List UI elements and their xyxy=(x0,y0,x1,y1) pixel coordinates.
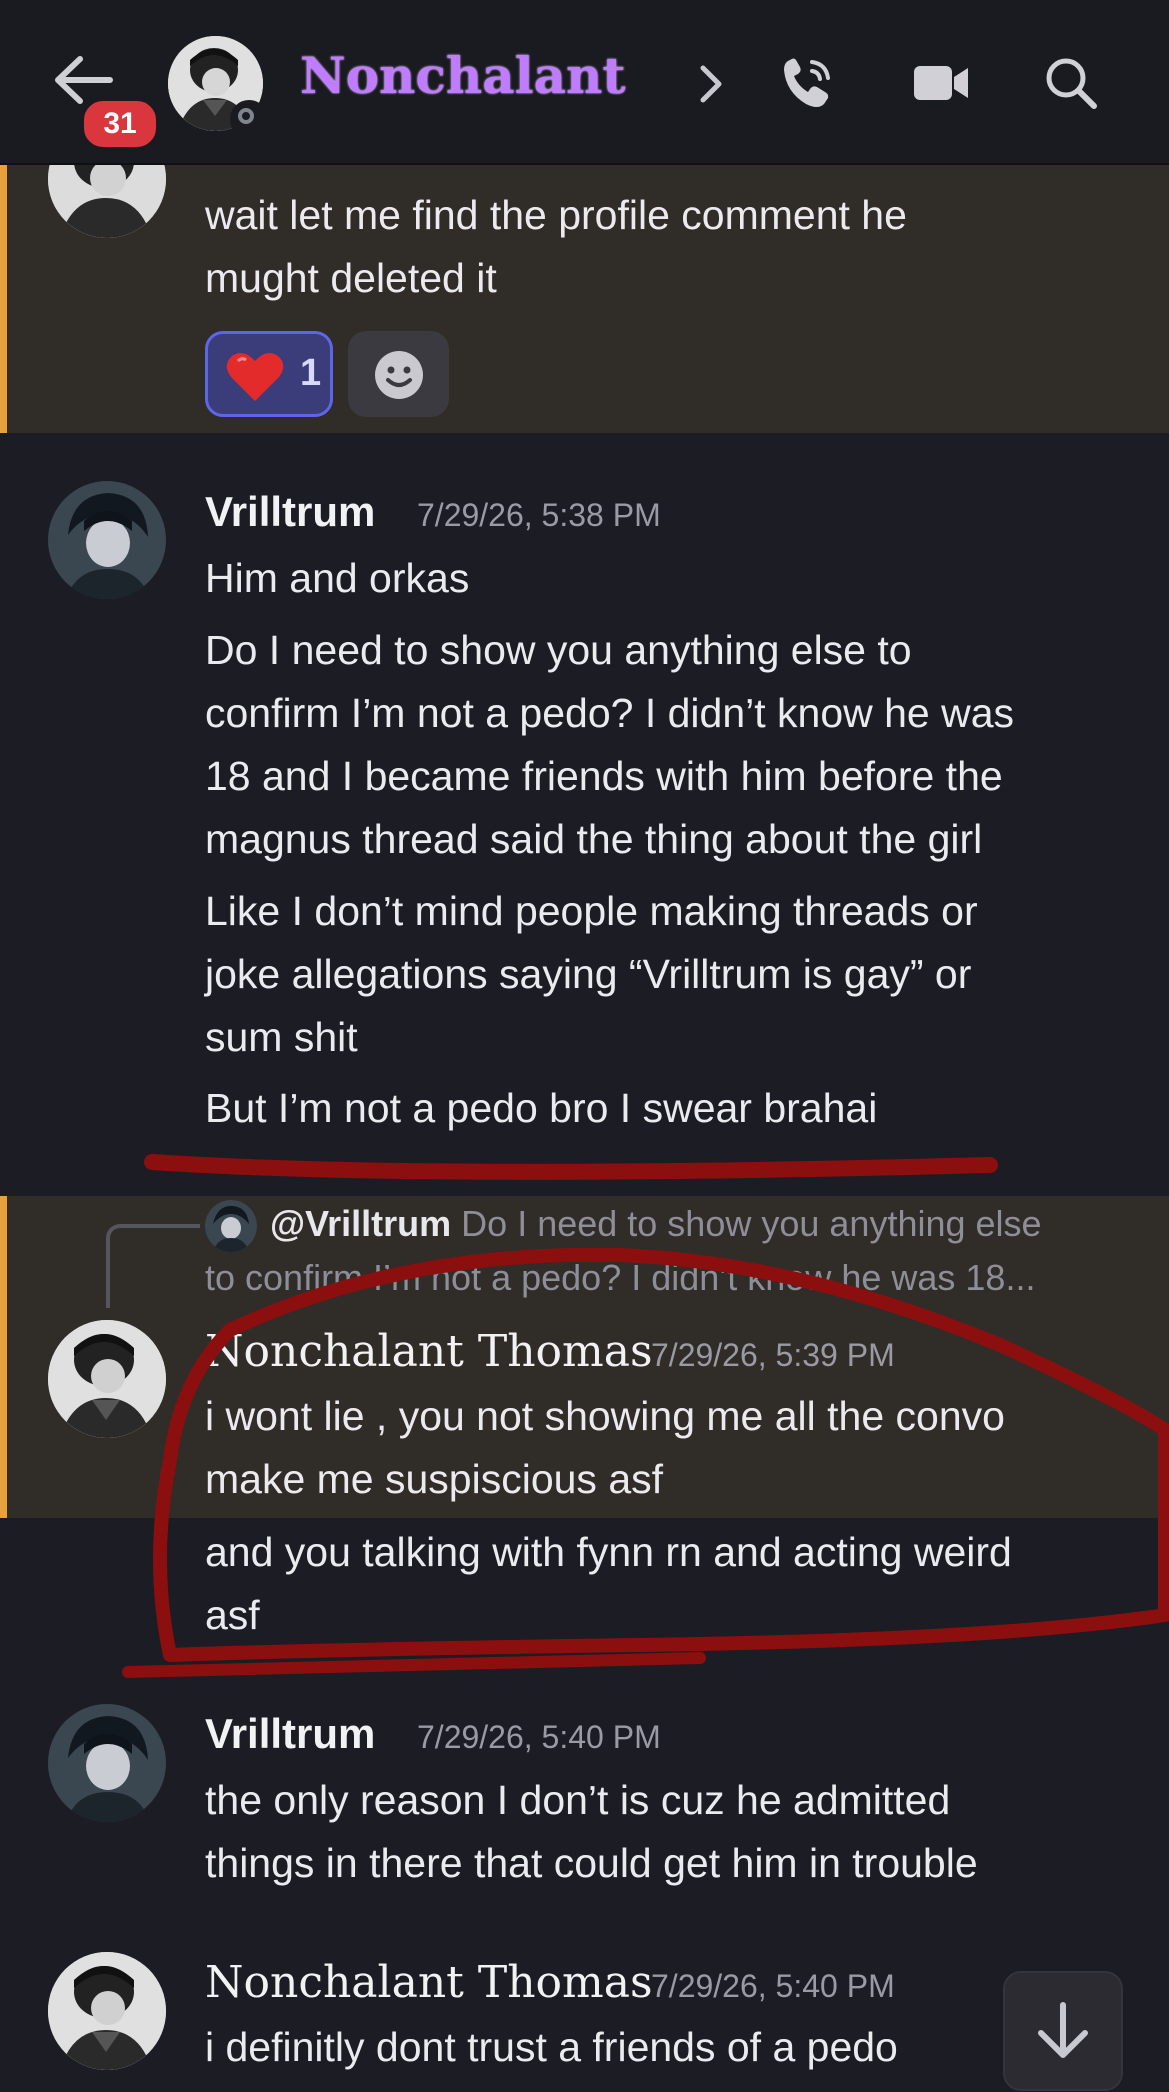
avatar[interactable] xyxy=(48,1952,166,2070)
annotation-underline xyxy=(144,1154,998,1180)
message-line: magnus thread said the thing about the g… xyxy=(205,816,983,862)
message-timestamp: 7/29/26, 5:39 PM xyxy=(651,1337,895,1373)
reply-mention[interactable]: @Vrilltrum xyxy=(270,1203,451,1244)
reaction-count: 1 xyxy=(300,352,322,394)
annotation-stroke xyxy=(122,1652,706,1678)
message-text: and you talking with fynn rn and acting … xyxy=(205,1521,1125,1647)
smiley-icon xyxy=(375,351,423,399)
message-line: Do I need to show you anything else to xyxy=(205,627,912,673)
message-line: i wont lie , you not showing me all the … xyxy=(205,1393,1005,1439)
message-line: joke allegations saying “Vrilltrum is ga… xyxy=(205,951,972,997)
message-line: and you talking with fynn rn and acting … xyxy=(205,1529,1012,1575)
message-line: things in there that could get him in tr… xyxy=(205,1840,978,1886)
chevron-right-icon[interactable] xyxy=(695,62,727,106)
message-line: 18 and I became friends with him before … xyxy=(205,753,1003,799)
reply-connector xyxy=(106,1224,200,1308)
reply-preview-text: Do I need to show you anything else xyxy=(461,1203,1042,1244)
message-text: i wont lie , you not showing me all the … xyxy=(205,1385,1125,1511)
reply-preview[interactable]: @Vrilltrum Do I need to show you anythin… xyxy=(205,1197,1145,1305)
message-text: Like I don’t mind people making threads … xyxy=(205,880,1125,1069)
message-line: confirm I’m not a pedo? I didn’t know he… xyxy=(205,690,1015,736)
message-text: wait let me find the profile comment he … xyxy=(205,184,1125,310)
search-icon[interactable] xyxy=(1040,52,1102,114)
message-text: i definitly dont trust a friends of a pe… xyxy=(205,2016,1125,2079)
phone-call-icon[interactable] xyxy=(776,52,838,114)
message-timestamp: 7/29/26, 5:40 PM xyxy=(417,1719,661,1755)
message-line: But I’m not a pedo bro I swear brahai xyxy=(205,1085,878,1131)
message-text: the only reason I don’t is cuz he admitt… xyxy=(205,1769,1125,1895)
message-line: asf xyxy=(205,1592,260,1638)
status-offline-indicator xyxy=(230,100,268,138)
message-line: Like I don’t mind people making threads … xyxy=(205,888,978,934)
unread-count-badge: 31 xyxy=(80,97,160,151)
message-line: mught deleted it xyxy=(205,255,497,301)
avatar[interactable] xyxy=(48,481,166,599)
message-line: i definitly dont trust a friends of a pe… xyxy=(205,2024,898,2070)
message-author[interactable]: Nonchalant Thomas xyxy=(205,1326,653,1377)
message-line: the only reason I don’t is cuz he admitt… xyxy=(205,1777,951,1823)
channel-name[interactable]: Nonchalant xyxy=(300,46,625,105)
avatar[interactable] xyxy=(48,1704,166,1822)
video-camera-icon[interactable] xyxy=(910,52,972,114)
message-text: But I’m not a pedo bro I swear brahai xyxy=(205,1077,1125,1140)
heart-emoji-icon xyxy=(226,352,284,401)
message-line: make me suspiscious asf xyxy=(205,1456,664,1502)
chat-header: 31 Nonchalant xyxy=(0,0,1169,165)
message-line: Him and orkas xyxy=(205,555,470,601)
message-text: Him and orkas xyxy=(205,547,1125,610)
jump-to-present-button[interactable] xyxy=(1003,1971,1123,2091)
message-timestamp: 7/29/26, 5:38 PM xyxy=(417,497,661,533)
avatar[interactable] xyxy=(48,1320,166,1438)
message-timestamp: 7/29/26, 5:40 PM xyxy=(651,1968,895,2004)
reaction-heart[interactable]: 1 xyxy=(205,331,333,417)
message-line: wait let me find the profile comment he xyxy=(205,192,907,238)
reply-preview-text: to confirm I’m not a pedo? I didn’t know… xyxy=(205,1257,1036,1298)
add-reaction-button[interactable] xyxy=(348,331,449,417)
message-author[interactable]: Vrilltrum xyxy=(205,488,375,536)
message-text: Do I need to show you anything else to c… xyxy=(205,619,1125,871)
message-author[interactable]: Nonchalant Thomas xyxy=(205,1957,653,2008)
message-author[interactable]: Vrilltrum xyxy=(205,1710,375,1758)
message-line: sum shit xyxy=(205,1014,358,1060)
arrow-down-icon xyxy=(1038,2002,1088,2058)
